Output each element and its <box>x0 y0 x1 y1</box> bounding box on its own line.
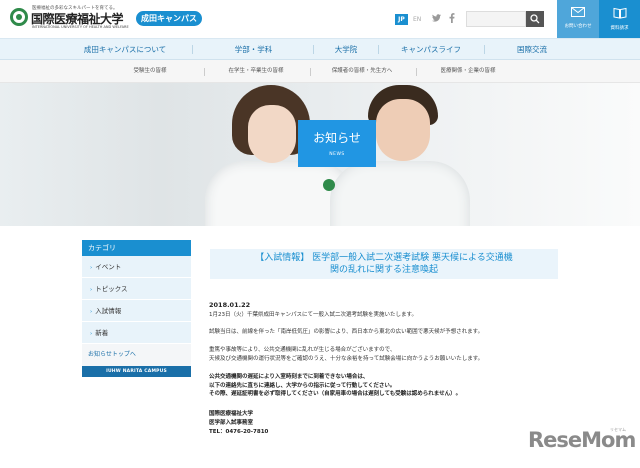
article-line: その際、遅延証明書を必ず取得してください（自家用車の場合は遅刻しても受験は認めら… <box>209 391 462 397</box>
audience-prospective[interactable]: 受験生の皆様 <box>100 60 200 83</box>
nav-divider <box>313 45 314 54</box>
nav-item-faculties[interactable]: 学部・学科 <box>196 39 311 60</box>
campus-banner[interactable]: IUHW NARITA CAMPUS <box>82 366 191 377</box>
article-line: 公共交通機関の遅延により入室時刻までに到着できない場合は、 <box>209 374 369 380</box>
audience-divider <box>310 68 311 76</box>
sidebar-heading: カテゴリ <box>82 240 191 256</box>
nav-item-campus-life[interactable]: キャンパスライフ <box>381 39 481 60</box>
sidebar-item-admissions[interactable]: › 入試情報 <box>82 300 191 322</box>
sidebar-item-label: トピックス <box>95 285 128 293</box>
contact-label: お問い合わせ <box>564 24 592 29</box>
chevron-right-icon: › <box>90 265 93 271</box>
nav-item-international[interactable]: 国際交流 <box>487 39 577 60</box>
mail-icon <box>571 7 585 17</box>
audience-medical[interactable]: 医療関係・企業の皆様 <box>418 60 518 83</box>
chevron-right-icon: › <box>90 287 93 293</box>
search-icon <box>530 14 540 24</box>
article-line: 重篤や事故等により、公共交通機関に乱れが生じる場合がございますので、 <box>209 347 396 353</box>
search-input[interactable] <box>466 11 526 27</box>
campus-badge[interactable]: 成田キャンパス <box>136 11 202 26</box>
article-signature: 国際医療福祉大学 医学部入試事務室 TEL：0476-20-7810 <box>209 410 268 437</box>
article-paragraph: 試験当日は、前線を伴った「南岸低気圧」の影響により、西日本から東北の広い範囲で悪… <box>209 328 483 337</box>
article-paragraph: 1月23日（火）千葉県成田キャンパスにて一般入試二次選考試験を実施いたします。 <box>209 311 417 320</box>
page-title-box: お知らせ NEWS <box>298 120 376 167</box>
audience-divider <box>416 68 417 76</box>
uniform-emblem-icon <box>323 179 335 191</box>
audience-parents[interactable]: 保護者の皆様・先生方へ <box>312 60 412 83</box>
search-button[interactable] <box>526 11 544 27</box>
hero-photo-face-2 <box>376 99 430 161</box>
document-request-button[interactable]: 資料請求 <box>599 0 640 38</box>
news-top-link[interactable]: お知らせトップへ <box>82 344 191 366</box>
nav-divider <box>192 45 193 54</box>
lang-jp-button[interactable]: JP <box>395 14 408 25</box>
facebook-icon[interactable] <box>449 13 455 27</box>
article-title: 【入試情報】 医学部一般入試二次選考試験 悪天候による交通機 関の乱れに関する注… <box>210 249 558 279</box>
audience-divider <box>204 68 205 76</box>
site-header: 医療福祉の多彩なスキルパートを育てる。 国際医療福祉大学 INTERNATION… <box>0 0 640 38</box>
page-subtitle: NEWS <box>329 152 345 157</box>
signature-org: 国際医療福祉大学 <box>209 411 254 417</box>
hero-photo-uniform-2 <box>330 161 470 226</box>
article-paragraph-notice: 公共交通機関の遅延により入室時刻までに到着できない場合は、 以下の連絡先に直ちに… <box>209 373 461 399</box>
nav-divider <box>378 45 379 54</box>
chevron-right-icon: › <box>90 331 93 337</box>
page-title: お知らせ <box>313 131 361 145</box>
chevron-right-icon: › <box>90 309 93 315</box>
category-sidebar: カテゴリ › イベント › トピックス › 入試情報 › 新着 お知らせトップへ IUH… <box>82 240 191 377</box>
main-nav: 成田キャンパスについて 学部・学科 大学院 キャンパスライフ 国際交流 <box>0 38 640 60</box>
article-line: 以下の連絡先に直ちに連絡し、大学からの指示に従って行動してください。 <box>209 382 396 389</box>
article-date: 2018.01.22 <box>209 301 251 309</box>
sidebar-item-event[interactable]: › イベント <box>82 256 191 278</box>
sidebar-item-topics[interactable]: › トピックス <box>82 278 191 300</box>
nav-item-graduate[interactable]: 大学院 <box>316 39 376 60</box>
resemom-watermark-sub: リセマム <box>610 427 626 432</box>
nav-item-about[interactable]: 成田キャンパスについて <box>60 39 190 60</box>
article-paragraph: 重篤や事故等により、公共交通機関に乱れが生じる場合がございますので、 天候及び交… <box>209 346 483 363</box>
article-line: 天候及び交通機関の運行状況等をご確認のうえ、十分な余裕を持って試験会場に向かうよ… <box>209 355 484 362</box>
hero-photo-face-1 <box>248 105 296 163</box>
audience-students[interactable]: 在学生・卒業生の皆様 <box>206 60 306 83</box>
article-line: 1月23日（火）千葉県成田キャンパスにて一般入試二次選考試験を実施いたします。 <box>209 312 417 318</box>
signature-office: 医学部入試事務室 <box>209 420 254 426</box>
document-request-label: 資料請求 <box>610 26 629 31</box>
sidebar-item-label: イベント <box>95 263 122 271</box>
university-name-en: INTERNATIONAL UNIVERSITY OF HEALTH AND W… <box>32 25 129 29</box>
twitter-icon[interactable] <box>432 14 441 26</box>
university-logo-icon[interactable] <box>10 8 28 26</box>
article-line: 試験当日は、前線を伴った「南岸低気圧」の影響により、西日本から東北の広い範囲で悪… <box>209 329 484 335</box>
sidebar-item-label: 新着 <box>95 329 109 337</box>
audience-nav: 受験生の皆様 在学生・卒業生の皆様 保護者の皆様・先生方へ 医療関係・企業の皆様 <box>0 60 640 83</box>
article-title-line: 関の乱れに関する注意喚起 <box>329 265 438 275</box>
signature-phone: TEL：0476-20-7810 <box>209 429 269 435</box>
lang-en-button[interactable]: EN <box>413 14 421 25</box>
nav-divider <box>484 45 485 54</box>
article-title-line: 【入試情報】 医学部一般入試二次選考試験 悪天候による交通機 <box>255 253 513 263</box>
sidebar-item-new[interactable]: › 新着 <box>82 322 191 344</box>
contact-button[interactable]: お問い合わせ <box>557 0 599 38</box>
book-icon <box>613 7 626 19</box>
sidebar-item-label: 入試情報 <box>95 307 122 315</box>
